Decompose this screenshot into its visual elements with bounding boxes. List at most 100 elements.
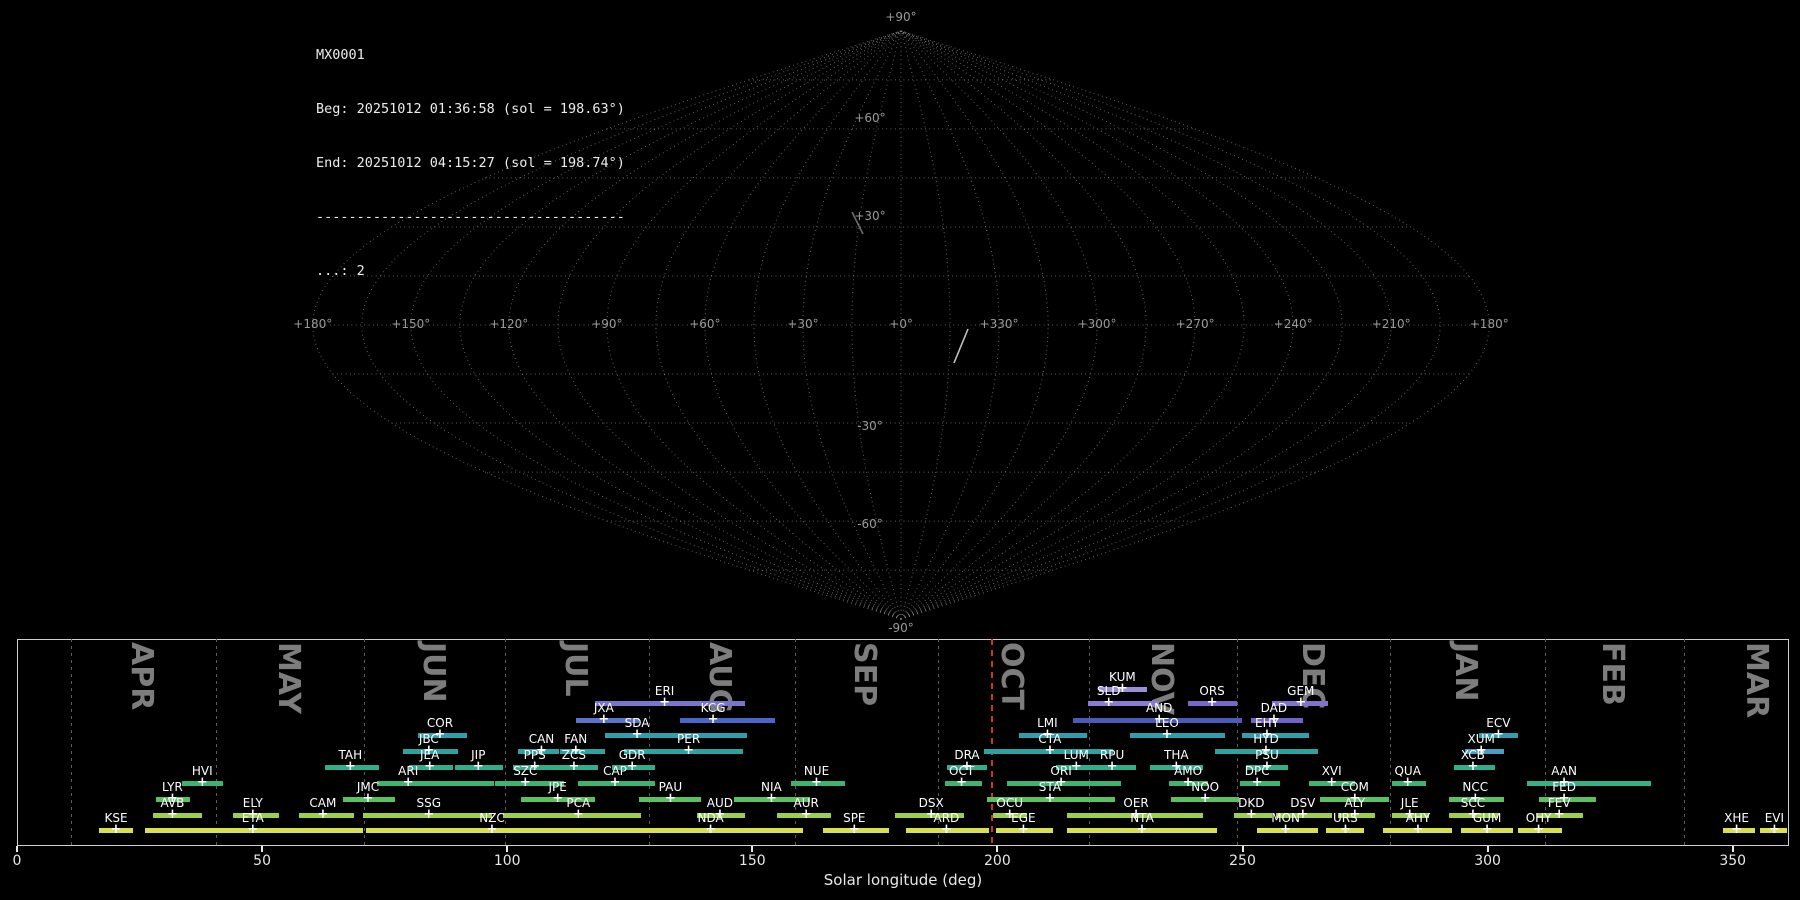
x-axis-tick-label: 0 — [12, 853, 22, 869]
shower-peak-marker: + — [1768, 822, 1780, 837]
longitude-label: +180° — [293, 317, 333, 331]
shower-peak-marker: + — [714, 807, 726, 822]
meteor-station-screen: +90° -90° +60° +30° -30° -60° +180° +150° +120° +… — [0, 0, 1800, 900]
shower-peak-marker: + — [626, 759, 638, 774]
shower-peak-marker: + — [486, 822, 498, 837]
longitude-label: +330° — [979, 317, 1019, 331]
shower-peak-marker: + — [1326, 775, 1338, 790]
shower-peak-marker: + — [1116, 681, 1128, 696]
shower-peak-marker: + — [1297, 807, 1309, 822]
shower-peak-marker: + — [765, 791, 777, 806]
longitude-label: +0° — [889, 317, 913, 331]
shower-peak-marker: + — [1004, 807, 1016, 822]
shower-peak-marker: + — [1261, 759, 1273, 774]
x-axis-tick — [1731, 846, 1734, 852]
shower-peak-marker: + — [362, 791, 374, 806]
month-boundary-gridline — [216, 639, 217, 846]
shower-peak-marker: + — [1412, 822, 1424, 837]
separator-line: -------------------------------------- — [316, 209, 625, 225]
shower-bar — [376, 781, 495, 786]
shower-peak-marker: + — [683, 743, 695, 758]
shower-bar — [1130, 733, 1225, 738]
shower-peak-marker: + — [1017, 822, 1029, 837]
shower-peak-marker: + — [552, 791, 564, 806]
latitude-label: -30° — [857, 419, 883, 434]
shower-peak-marker: + — [110, 822, 122, 837]
month-boundary-gridline — [1389, 639, 1391, 846]
meteor-count-line: ...: 2 — [316, 263, 365, 279]
shower-peak-marker: + — [705, 822, 717, 837]
shower-peak-marker: + — [1103, 695, 1115, 710]
shower-peak-marker: + — [1533, 822, 1545, 837]
shower-peak-marker: + — [572, 807, 584, 822]
x-axis-tick — [751, 846, 754, 852]
x-axis-tick-label: 300 — [1474, 853, 1501, 869]
month-label: MAR — [1739, 642, 1775, 719]
longitude-label: +240° — [1273, 317, 1313, 331]
latitude-label: +30° — [854, 208, 886, 223]
x-axis-tick-label: 250 — [1229, 853, 1256, 869]
shower-peak-marker: + — [423, 807, 435, 822]
longitude-label: +30° — [787, 317, 819, 331]
shower-peak-marker: + — [1467, 807, 1479, 822]
shower-peak-marker: + — [1136, 822, 1148, 837]
longitude-label: +300° — [1077, 317, 1117, 331]
shower-peak-marker: + — [1280, 822, 1292, 837]
month-boundary-gridline — [648, 639, 650, 846]
shower-peak-marker: + — [1106, 759, 1118, 774]
shower-peak-marker: + — [1199, 791, 1211, 806]
x-axis-tick-label: 200 — [984, 853, 1011, 869]
month-boundary-gridline — [1684, 639, 1686, 846]
shower-peak-marker: + — [1467, 759, 1479, 774]
shower-peak-marker: + — [519, 775, 531, 790]
month-label: JUN — [415, 642, 451, 703]
longitude-label: +270° — [1175, 317, 1215, 331]
shower-peak-marker: + — [424, 759, 436, 774]
shower-peak-marker: + — [609, 775, 621, 790]
shower-peak-marker: + — [1339, 822, 1351, 837]
longitude-label: +210° — [1371, 317, 1411, 331]
x-axis-tick — [506, 846, 509, 852]
meteor-trail — [953, 328, 969, 364]
shower-bar — [679, 718, 775, 723]
shower-peak-marker: + — [1245, 807, 1257, 822]
shower-peak-marker: + — [1182, 775, 1194, 790]
shower-peak-marker: + — [1070, 759, 1082, 774]
month-label: SEP — [847, 642, 882, 707]
shower-bar — [1527, 781, 1652, 786]
shower-peak-marker: + — [1295, 695, 1307, 710]
shower-peak-marker: + — [196, 775, 208, 790]
shower-peak-marker: + — [1161, 727, 1173, 742]
shower-peak-marker: + — [1044, 791, 1056, 806]
shower-peak-marker: + — [1170, 759, 1182, 774]
shower-bar — [604, 733, 748, 738]
shower-peak-marker: + — [811, 775, 822, 790]
shower-peak-marker: + — [664, 791, 676, 806]
shower-peak-marker: + — [1055, 775, 1067, 790]
shower-peak-marker: + — [1492, 727, 1504, 742]
x-axis-tick — [1241, 846, 1244, 852]
shower-peak-marker: + — [247, 822, 259, 837]
observation-info: MX0001 Beg: 20251012 01:36:58 (sol = 198… — [316, 10, 625, 316]
pole-label-north: +90° — [885, 10, 917, 24]
shower-peak-marker: + — [925, 807, 937, 822]
longitude-label: +150° — [391, 317, 431, 331]
shower-peak-marker: + — [472, 759, 484, 774]
x-axis-tick — [16, 846, 18, 852]
shower-peak-marker: + — [598, 712, 610, 727]
shower-peak-marker: + — [344, 759, 356, 774]
shower-peak-marker: + — [1553, 807, 1565, 822]
month-label: OCT — [994, 642, 1030, 710]
longitude-label: +180° — [1469, 317, 1509, 331]
shower-peak-marker: + — [1206, 695, 1218, 710]
month-label: JAN — [1447, 642, 1483, 702]
x-axis-tick — [261, 846, 264, 852]
latitude-label: -60° — [857, 517, 883, 532]
x-axis-tick-label: 350 — [1719, 853, 1747, 869]
month-label: MAY — [271, 642, 307, 714]
shower-peak-marker: + — [848, 822, 860, 837]
shower-peak-marker: + — [659, 695, 671, 710]
x-axis-tick-label: 50 — [253, 853, 271, 869]
shower-peak-marker: + — [568, 759, 580, 774]
shower-peak-marker: + — [1349, 807, 1361, 822]
